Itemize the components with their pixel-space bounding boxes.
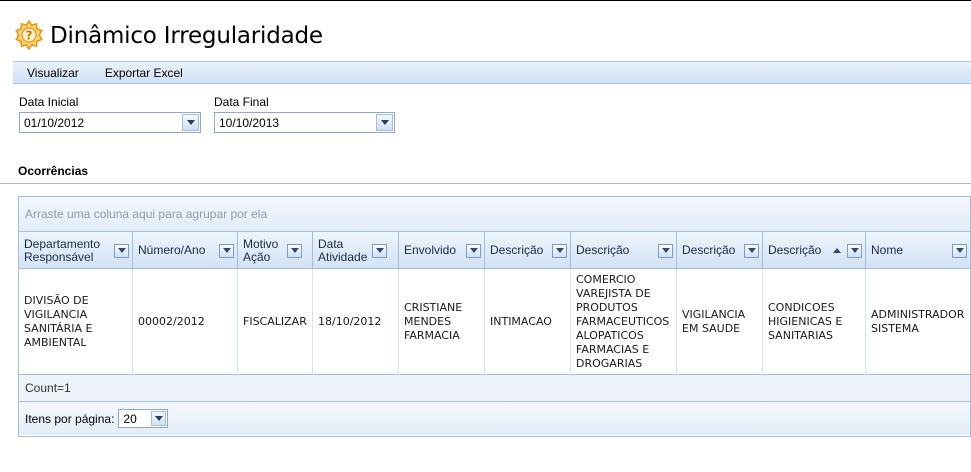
page-size-label: Itens por página:	[25, 411, 115, 426]
cell-descricao-2: COMERCIO VAREJISTA DE PRODUTOS FARMACEUT…	[571, 269, 677, 375]
filter-dropdown-icon	[555, 248, 564, 253]
top-border	[0, 0, 971, 1]
column-header-nome[interactable]: Nome	[866, 232, 970, 269]
cell-numero-ano: 00002/2012	[133, 269, 238, 375]
column-header-departamento[interactable]: Departamento Responsável	[19, 232, 133, 269]
cell-motivo-acao: FISCALIZAR	[238, 269, 313, 375]
table-row[interactable]: DIVISÃO DE VIGILANCIA SANITÁRIA E AMBIEN…	[19, 269, 970, 375]
data-final-input[interactable]	[215, 113, 376, 132]
column-header-label: Data Atividade	[318, 236, 368, 264]
column-header-descricao-3[interactable]: Descrição	[677, 232, 763, 269]
column-header-envolvido[interactable]: Envolvido	[399, 232, 485, 269]
page-title: Dinâmico Irregularidade	[50, 23, 323, 49]
column-filter-button[interactable]	[287, 243, 302, 258]
column-filter-button[interactable]	[219, 243, 234, 258]
grid-footer-count: Count=1	[19, 375, 970, 402]
data-final-dropdown-button[interactable]	[376, 114, 393, 131]
data-inicial-input[interactable]	[20, 113, 182, 132]
column-filter-button[interactable]	[114, 243, 129, 258]
menu-visualizar[interactable]: Visualizar	[13, 66, 92, 80]
cell-data-atividade: 18/10/2012	[313, 269, 399, 375]
toolbar-menu: Visualizar Exportar Excel	[13, 61, 971, 84]
column-header-label: Descrição	[768, 243, 822, 257]
group-panel[interactable]: Arraste uma coluna aqui para agrupar por…	[19, 197, 970, 232]
page-size-combo	[118, 409, 169, 428]
filter-dropdown-icon	[661, 248, 670, 253]
page-header: ? Dinâmico Irregularidade	[12, 18, 323, 55]
data-final-combo	[214, 112, 395, 133]
column-header-motivo-acao[interactable]: Motivo Ação	[238, 232, 313, 269]
data-inicial-combo	[19, 112, 201, 133]
sort-ascending-icon	[833, 248, 841, 253]
svg-text:?: ?	[26, 28, 33, 42]
ocorrencias-grid: Arraste uma coluna aqui para agrupar por…	[18, 196, 971, 437]
column-filter-button[interactable]	[952, 243, 967, 258]
column-header-label: Nome	[871, 243, 904, 257]
filter-dropdown-icon	[850, 248, 859, 253]
column-filter-button[interactable]	[744, 243, 759, 258]
cell-descricao-1: INTIMACAO	[485, 269, 571, 375]
cell-departamento: DIVISÃO DE VIGILANCIA SANITÁRIA E AMBIEN…	[19, 269, 133, 375]
column-filter-button[interactable]	[466, 243, 481, 258]
gear-question-icon: ?	[12, 18, 46, 55]
column-header-label: Motivo Ação	[243, 236, 279, 264]
cell-envolvido: CRISTIANE MENDES FARMACIA	[399, 269, 485, 375]
column-header-numero-ano[interactable]: Número/Ano	[133, 232, 238, 269]
column-header-label: Descrição	[682, 243, 736, 257]
column-header-label: Descrição	[490, 243, 544, 257]
column-header-descricao-2[interactable]: Descrição	[571, 232, 677, 269]
column-header-label: Descrição	[576, 243, 630, 257]
cell-nome: ADMINISTRADOR SISTEMA	[871, 308, 965, 335]
filter-dropdown-icon	[375, 248, 384, 253]
filter-dropdown-icon	[747, 248, 756, 253]
filter-dropdown-icon	[117, 248, 126, 253]
column-header-data-atividade[interactable]: Data Atividade	[313, 232, 399, 269]
filter-dropdown-icon	[469, 248, 478, 253]
column-filter-button[interactable]	[552, 243, 567, 258]
filter-dropdown-icon	[290, 248, 299, 253]
page-size-input[interactable]	[119, 410, 152, 427]
column-filter-button[interactable]	[847, 243, 862, 258]
section-title: Ocorrências	[18, 164, 89, 178]
chevron-down-icon	[186, 120, 195, 125]
filter-dropdown-icon	[955, 248, 964, 253]
column-header-descricao-4[interactable]: Descrição	[763, 232, 866, 269]
grid-pager: Itens por página:	[19, 402, 970, 435]
column-header-label: Departamento Responsável	[24, 236, 101, 264]
column-filter-button[interactable]	[372, 243, 387, 258]
column-header-descricao-1[interactable]: Descrição	[485, 232, 571, 269]
chevron-down-icon	[154, 416, 163, 421]
grid-header: Departamento Responsável Número/Ano Moti…	[19, 232, 970, 269]
column-header-label: Envolvido	[404, 243, 457, 257]
cell-descricao-3: VIGILANCIA EM SAUDE	[677, 269, 763, 375]
data-final-label: Data Final	[214, 95, 269, 109]
page-size-dropdown-button[interactable]	[151, 411, 167, 426]
column-filter-button[interactable]	[658, 243, 673, 258]
chevron-down-icon	[380, 120, 389, 125]
column-header-label: Número/Ano	[138, 243, 206, 257]
filter-dropdown-icon	[222, 248, 231, 253]
menu-exportar-excel[interactable]: Exportar Excel	[92, 66, 196, 80]
section-divider	[0, 183, 971, 184]
cell-descricao-4: CONDICOES HIGIENICAS E SANITARIAS	[763, 269, 866, 375]
data-inicial-label: Data Inicial	[19, 95, 79, 109]
data-inicial-dropdown-button[interactable]	[182, 114, 199, 131]
